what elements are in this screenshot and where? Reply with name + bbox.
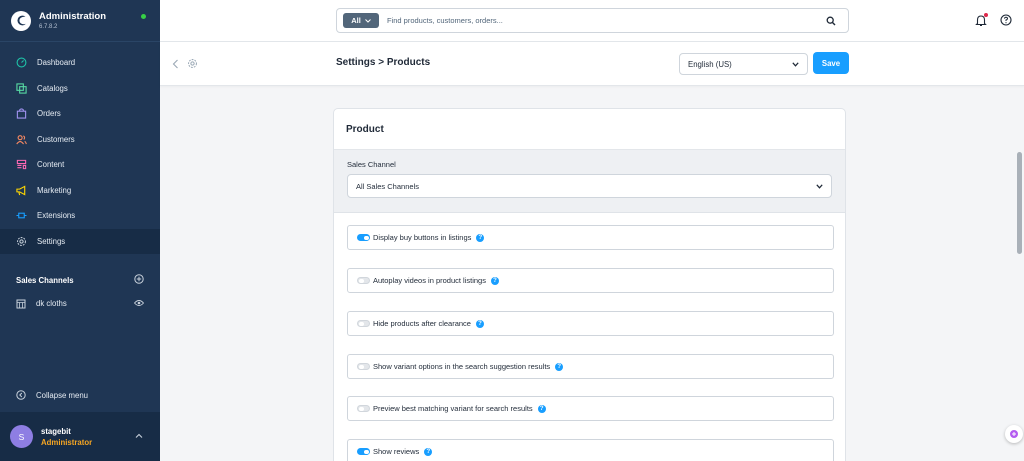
sales-channel-label: dk cloths xyxy=(36,299,67,308)
sidebar-item-customers[interactable]: Customers xyxy=(0,127,160,153)
collapse-label: Collapse menu xyxy=(36,390,89,400)
option-variant-options-search: Show variant options in the search sugge… xyxy=(347,354,834,379)
notification-badge xyxy=(984,13,988,17)
chevron-down-icon xyxy=(816,183,823,189)
option-display-buy-buttons: Display buy buttons in listings ? xyxy=(347,225,834,250)
sidebar-item-content[interactable]: Content xyxy=(0,152,160,178)
sales-channel-item[interactable]: dk cloths xyxy=(0,291,160,316)
option-label: Hide products after clearance xyxy=(373,319,471,328)
orders-icon xyxy=(15,108,27,120)
sidebar-item-label: Customers xyxy=(37,134,75,144)
toggle-switch[interactable] xyxy=(357,277,370,284)
sales-channels-title: Sales Channels xyxy=(16,275,74,285)
toggle-switch[interactable] xyxy=(357,405,370,412)
sidebar-item-catalogs[interactable]: Catalogs xyxy=(0,76,160,102)
brand-title: Administration xyxy=(39,11,107,22)
info-icon[interactable]: ? xyxy=(476,233,485,242)
sidebar-item-label: Extensions xyxy=(37,211,76,221)
chevron-up-icon[interactable] xyxy=(135,432,143,441)
toggle-switch[interactable] xyxy=(357,448,370,455)
toggle-switch[interactable] xyxy=(357,234,370,241)
gear-icon[interactable] xyxy=(187,58,198,71)
smart-bar: Settings > Products English (US) Save xyxy=(160,42,1024,86)
collapse-menu-button[interactable]: Collapse menu xyxy=(0,384,160,406)
chevron-left-icon[interactable] xyxy=(172,59,179,71)
storefront-icon xyxy=(16,299,26,308)
search-input[interactable] xyxy=(387,16,824,25)
sidebar-item-label: Marketing xyxy=(37,185,72,195)
info-icon[interactable]: ? xyxy=(555,362,564,371)
save-button[interactable]: Save xyxy=(813,52,849,74)
catalog-icon xyxy=(15,82,27,94)
option-label: Preview best matching variant for search… xyxy=(373,404,533,413)
search-type-label: All xyxy=(351,16,361,25)
sidebar: Administration 6.7.8.2 Dashboard Catalog… xyxy=(0,0,160,461)
scrollbar[interactable] xyxy=(1017,152,1022,254)
language-select[interactable]: English (US) xyxy=(679,53,808,75)
add-sales-channel-icon[interactable] xyxy=(134,274,144,286)
sidebar-item-label: Settings xyxy=(37,236,66,246)
sidebar-item-orders[interactable]: Orders xyxy=(0,101,160,127)
info-icon[interactable]: ? xyxy=(475,319,484,328)
avatar: S xyxy=(10,425,33,448)
info-icon[interactable]: ? xyxy=(424,447,433,456)
settings-icon xyxy=(15,235,27,247)
sidebar-item-label: Content xyxy=(37,160,65,170)
toggle-switch[interactable] xyxy=(357,320,370,327)
language-value: English (US) xyxy=(688,59,732,69)
help-icon[interactable] xyxy=(1000,14,1012,28)
chevron-down-icon xyxy=(792,61,799,67)
brand: Administration 6.7.8.2 xyxy=(0,0,160,42)
marketing-icon xyxy=(15,184,27,196)
sales-channel-label: Sales Channel xyxy=(347,160,396,169)
sidebar-item-label: Orders xyxy=(37,109,61,119)
page-title: Settings > Products xyxy=(336,57,431,68)
option-preview-best-variant: Preview best matching variant for search… xyxy=(347,396,834,421)
eye-icon[interactable] xyxy=(133,299,145,309)
sales-channel-panel: Sales Channel All Sales Channels xyxy=(334,150,845,213)
user-role: Administrator xyxy=(41,437,93,447)
card-title: Product xyxy=(334,109,845,150)
option-show-reviews: Show reviews ? xyxy=(347,439,834,461)
sidebar-item-label: Catalogs xyxy=(37,83,68,93)
search-icon[interactable] xyxy=(824,14,838,28)
toggle-switch[interactable] xyxy=(357,363,370,370)
status-dot xyxy=(141,14,146,19)
search-type-select[interactable]: All xyxy=(343,13,379,28)
option-label: Autoplay videos in product listings xyxy=(373,276,486,285)
global-search: All xyxy=(336,8,849,33)
dashboard-icon xyxy=(15,57,27,69)
content-icon xyxy=(15,159,27,171)
option-label: Show reviews xyxy=(373,447,420,456)
info-icon[interactable]: ? xyxy=(490,276,499,285)
sidebar-item-marketing[interactable]: Marketing xyxy=(0,178,160,204)
sidebar-item-settings[interactable]: Settings xyxy=(0,228,160,254)
option-autoplay-videos: Autoplay videos in product listings ? xyxy=(347,268,834,293)
collapse-icon xyxy=(16,390,26,400)
option-label: Show variant options in the search sugge… xyxy=(373,362,551,371)
sales-channels-header: Sales Channels xyxy=(0,269,160,291)
brand-version: 6.7.8.2 xyxy=(39,24,58,30)
user-menu[interactable]: S stagebit Administrator xyxy=(0,412,160,461)
shopware-logo-icon[interactable] xyxy=(11,10,31,31)
extensions-icon xyxy=(15,210,27,222)
sales-channel-select[interactable]: All Sales Channels xyxy=(347,174,832,198)
option-hide-after-clearance: Hide products after clearance ? xyxy=(347,311,834,336)
top-bar: All xyxy=(160,0,1024,42)
assistant-icon[interactable] xyxy=(1005,425,1023,443)
customers-icon xyxy=(15,133,27,145)
option-label: Display buy buttons in listings xyxy=(373,233,472,242)
product-settings-card: Product Sales Channel All Sales Channels… xyxy=(333,108,846,461)
chevron-down-icon xyxy=(364,18,371,23)
sidebar-item-label: Dashboard xyxy=(37,58,76,68)
sidebar-item-dashboard[interactable]: Dashboard xyxy=(0,50,160,76)
info-icon[interactable]: ? xyxy=(537,404,546,413)
user-name: stagebit xyxy=(41,426,71,436)
sidebar-item-extensions[interactable]: Extensions xyxy=(0,203,160,229)
main-nav: Dashboard Catalogs Orders Customers Cont… xyxy=(0,50,160,254)
sales-channel-value: All Sales Channels xyxy=(356,181,419,191)
